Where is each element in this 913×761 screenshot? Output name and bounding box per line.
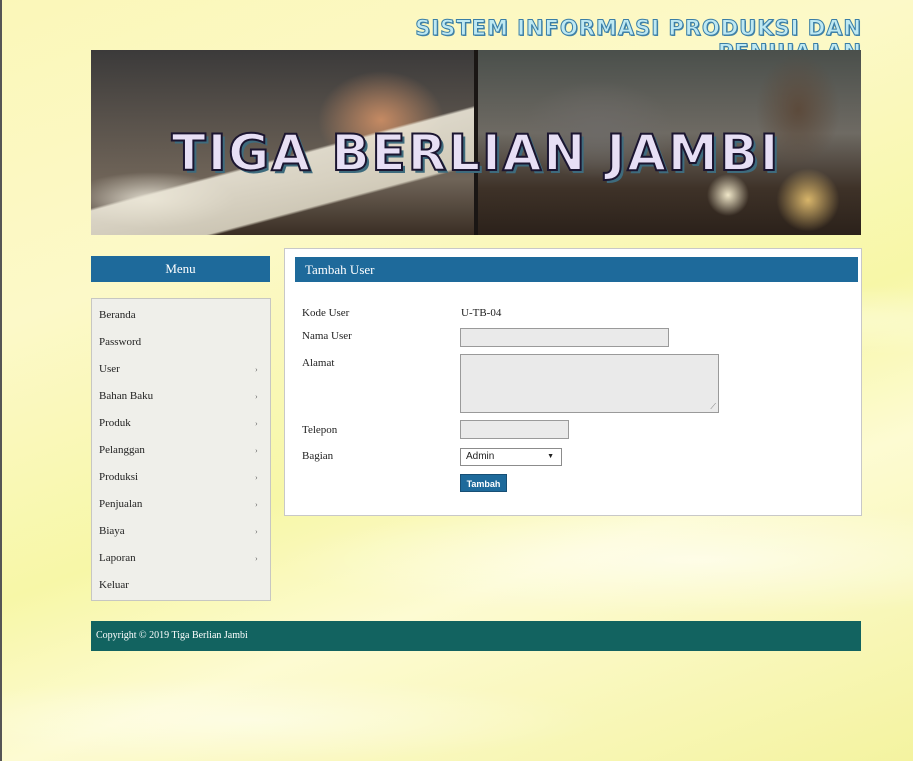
telepon-label: Telepon	[302, 424, 338, 436]
nama-user-label: Nama User	[302, 330, 352, 342]
chevron-right-icon: ›	[255, 419, 258, 428]
chevron-right-icon: ›	[255, 392, 258, 401]
sidebar-item-produk[interactable]: Produk ›	[92, 410, 270, 437]
sidebar-menu: Beranda Password User › Bahan Baku › Produ…	[91, 298, 271, 601]
footer: Copyright © 2019 Tiga Berlian Jambi	[91, 621, 861, 651]
sidebar-item-keluar[interactable]: Keluar	[92, 572, 270, 599]
chevron-right-icon: ›	[255, 446, 258, 455]
sidebar-item-beranda[interactable]: Beranda	[92, 302, 270, 329]
sidebar-item-label: Penjualan	[99, 498, 143, 510]
copyright-text: Copyright © 2019 Tiga Berlian Jambi	[96, 630, 248, 641]
alamat-label: Alamat	[302, 357, 335, 369]
sidebar-item-password[interactable]: Password	[92, 329, 270, 356]
kode-user-value: U-TB-04	[461, 307, 502, 319]
caret-down-icon: ▼	[547, 453, 554, 460]
sidebar-item-penjualan[interactable]: Penjualan ›	[92, 491, 270, 518]
chevron-right-icon: ›	[255, 554, 258, 563]
sidebar-item-laporan[interactable]: Laporan ›	[92, 545, 270, 572]
sidebar-item-label: Keluar	[99, 579, 129, 591]
telepon-input[interactable]	[460, 420, 569, 439]
sidebar-item-label: Biaya	[99, 525, 125, 537]
window-edge	[0, 0, 2, 761]
nama-user-input[interactable]	[460, 328, 669, 347]
chevron-right-icon: ›	[255, 365, 258, 374]
sidebar-item-label: User	[99, 363, 120, 375]
sidebar-item-label: Produk	[99, 417, 131, 429]
panel-title: Tambah User	[295, 257, 858, 282]
sidebar-item-biaya[interactable]: Biaya ›	[92, 518, 270, 545]
sidebar-item-label: Bahan Baku	[99, 390, 154, 402]
bagian-label: Bagian	[302, 450, 334, 462]
chevron-right-icon: ›	[255, 500, 258, 509]
sidebar-item-label: Laporan	[99, 552, 136, 564]
alamat-textarea[interactable]: ⟋	[460, 354, 719, 413]
tambah-user-panel: Tambah User Kode User U-TB-04 Nama User …	[284, 248, 862, 516]
sidebar-item-user[interactable]: User ›	[92, 356, 270, 383]
chevron-right-icon: ›	[255, 527, 258, 536]
bagian-select[interactable]: Admin ▼	[460, 448, 562, 466]
sidebar-item-label: Password	[99, 336, 142, 348]
sidebar-item-label: Beranda	[99, 309, 136, 321]
header-banner: TIGA BERLIAN JAMBI	[91, 50, 861, 235]
sidebar-item-bahan-baku[interactable]: Bahan Baku ›	[92, 383, 270, 410]
tambah-button[interactable]: Tambah	[460, 474, 507, 492]
sidebar-item-pelanggan[interactable]: Pelanggan ›	[92, 437, 270, 464]
banner-logo-text: TIGA BERLIAN JAMBI	[171, 123, 781, 183]
bagian-selected-value: Admin	[466, 451, 495, 462]
sidebar-item-label: Pelanggan	[99, 444, 145, 456]
kode-user-label: Kode User	[302, 307, 350, 319]
resize-grip-icon[interactable]: ⟋	[710, 403, 716, 411]
sidebar-item-label: Produksi	[99, 471, 139, 483]
sidebar-menu-title: Menu	[91, 256, 270, 282]
sidebar-item-produksi[interactable]: Produksi ›	[92, 464, 270, 491]
chevron-right-icon: ›	[255, 473, 258, 482]
